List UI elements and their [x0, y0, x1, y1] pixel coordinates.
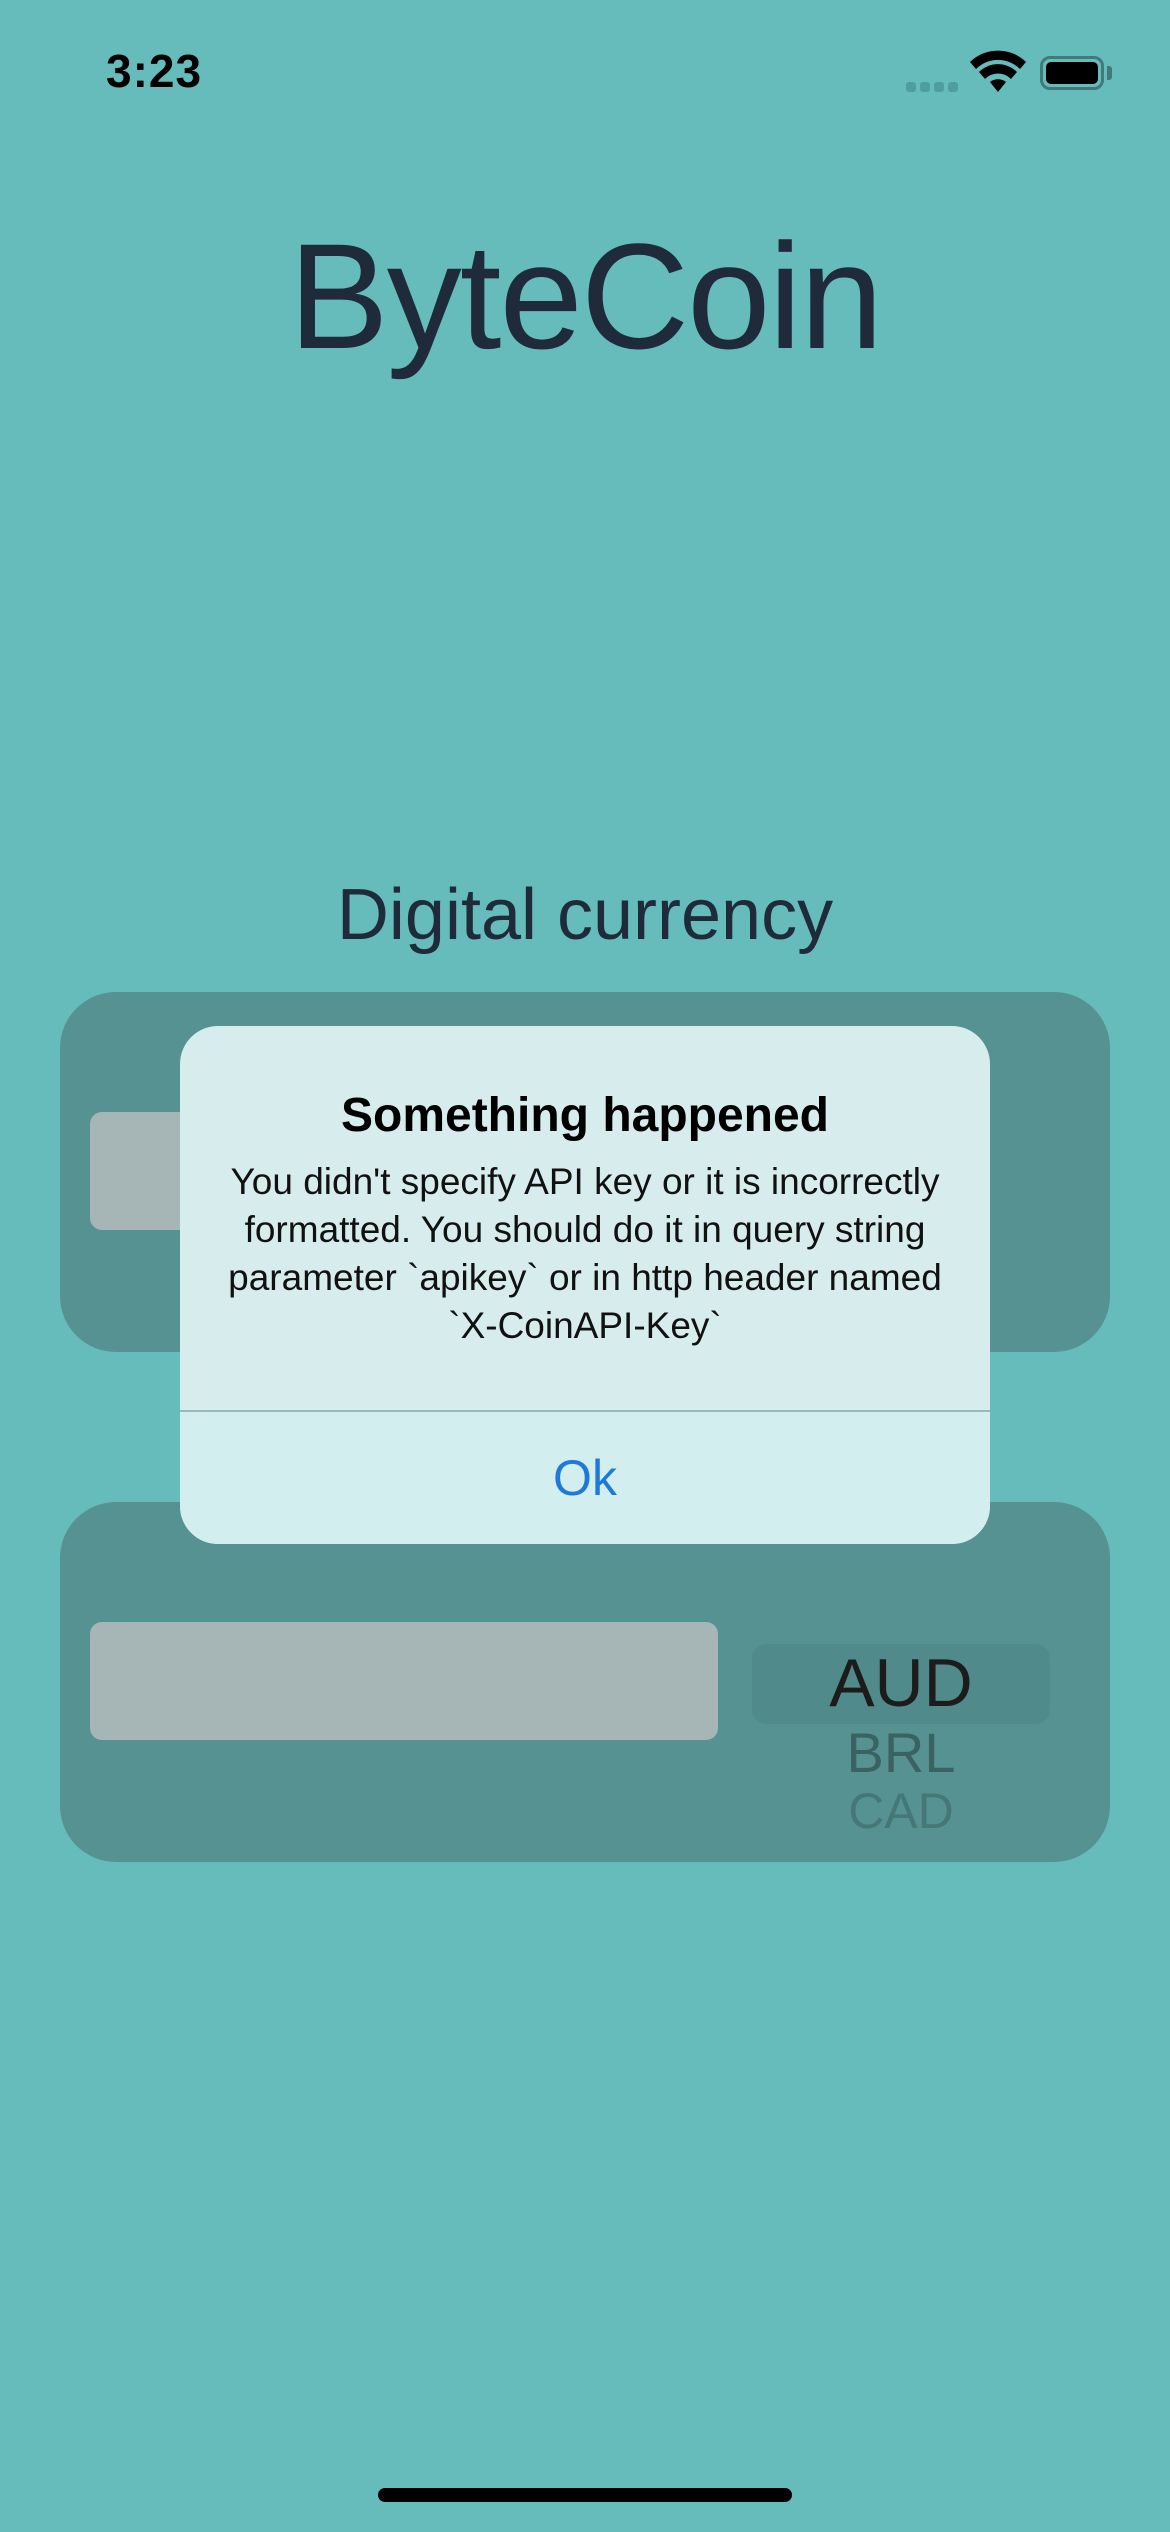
alert-title: Something happened: [340, 1089, 829, 1142]
home-indicator[interactable]: [378, 2488, 792, 2502]
wifi-icon: [970, 50, 1026, 92]
currency-picker[interactable]: AUD BRL CAD: [752, 1502, 1050, 1862]
battery-cap: [1107, 66, 1112, 80]
currency-panel: AUD BRL CAD: [60, 1502, 1110, 1862]
app-title: ByteCoin: [288, 212, 884, 380]
picker-option[interactable]: BRL: [752, 1720, 1050, 1785]
subtitle: Digital currency: [336, 875, 834, 955]
cellular-signal-icon: [906, 82, 958, 92]
picker-option[interactable]: CAD: [752, 1782, 1050, 1830]
battery-icon: [1040, 56, 1104, 90]
ok-button[interactable]: Ok: [180, 1412, 990, 1544]
alert-message: You didn't specify API key or it is inco…: [228, 1161, 942, 1346]
alert-dialog: Something happened You didn't specify AP…: [180, 1026, 990, 1544]
currency-value-field: [90, 1622, 718, 1740]
picker-option-selected[interactable]: AUD: [752, 1644, 1050, 1722]
status-time: 3:23: [106, 45, 203, 97]
